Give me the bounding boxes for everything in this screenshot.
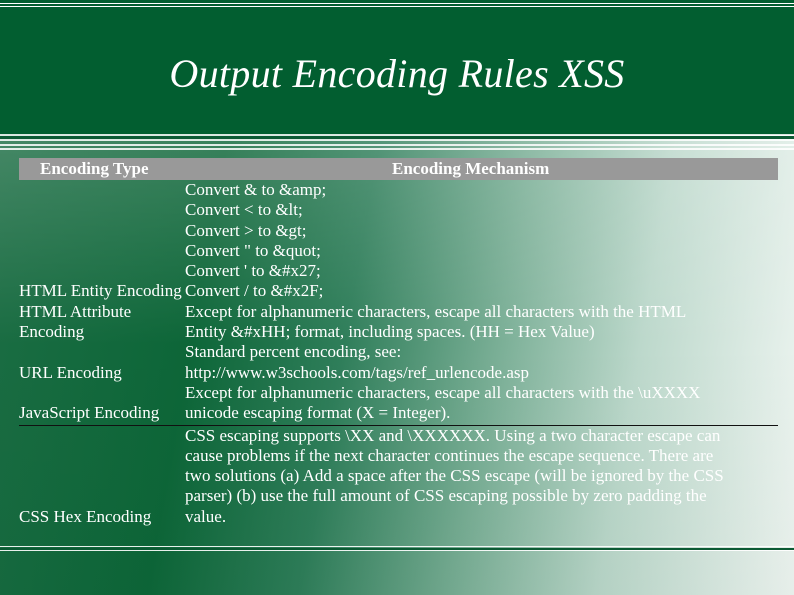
mechanism-line: Convert / to &#x2F; — [185, 281, 324, 301]
mechanism-line: Standard percent encoding, see: — [185, 342, 402, 362]
mechanism-line: Convert & to &amp; — [185, 180, 327, 199]
stripe — [0, 148, 794, 150]
stripe — [0, 139, 794, 141]
column-header-encoding-type: Encoding Type — [40, 159, 149, 178]
table-body: HTML Entity Encoding Convert & to &amp; Co… — [19, 180, 778, 527]
encoding-table: Encoding Type Encoding Mechanism HTML En… — [19, 158, 778, 527]
mechanism-line: Convert < to &lt; — [185, 200, 303, 220]
mechanism-line: Convert > to &gt; — [185, 220, 307, 240]
column-header-encoding-mechanism: Encoding Mechanism — [392, 159, 550, 178]
encoding-type-cell: URL Encoding — [19, 362, 122, 382]
mechanism-line: cause problems if the next character con… — [185, 445, 714, 465]
encoding-mechanism-cell: Convert & to &amp; Convert < to &lt; Conve… — [185, 180, 778, 302]
encoding-mechanism-cell: Except for alphanumeric characters, esca… — [185, 302, 778, 343]
mechanism-line: CSS escaping supports \XX and \XXXXXX. U… — [185, 425, 721, 445]
top-rule — [0, 6, 794, 7]
encoding-type-cell: HTML Entity Encoding — [19, 281, 182, 301]
table-row: CSS Hex Encoding CSS escaping supports \X… — [19, 426, 778, 527]
stripe — [0, 144, 794, 146]
bottom-rule — [0, 546, 794, 547]
mechanism-line: value. — [185, 506, 227, 526]
mechanism-line: Convert " to &quot; — [185, 240, 321, 260]
mechanism-line: parser) (b) use the full amount of CSS e… — [185, 486, 707, 506]
encoding-type-cell: HTML Attribute Encoding — [19, 301, 132, 342]
mechanism-line: two solutions (a) Add a space after the … — [185, 466, 724, 486]
mechanism-line: Except for alphanumeric characters, esca… — [185, 301, 687, 321]
mechanism-line: Entity &#xHH; format, including spaces. … — [185, 322, 595, 342]
mechanism-line: unicode escaping format (X = Integer). — [185, 403, 451, 423]
encoding-mechanism-cell: Except for alphanumeric characters, esca… — [185, 383, 778, 424]
table-row: HTML Entity Encoding Convert & to &amp; Co… — [19, 180, 778, 302]
encoding-mechanism-cell: Standard percent encoding, see: http://ww… — [185, 342, 778, 383]
table-row: HTML Attribute Encoding Except for alphan… — [19, 302, 778, 343]
mechanism-line: http://www.w3schools.com/tags/ref_urlenc… — [185, 362, 530, 382]
encoding-mechanism-cell: CSS escaping supports \XX and \XXXXXX. U… — [185, 426, 778, 527]
top-rule — [0, 3, 794, 4]
bottom-rule — [0, 550, 794, 551]
table-header-row: Encoding Type Encoding Mechanism — [19, 158, 778, 180]
table-row: URL Encoding Standard percent encoding, s… — [19, 342, 778, 383]
slide-title: Output Encoding Rules XSS — [169, 51, 625, 96]
title-banner: Output Encoding Rules XSS — [0, 0, 794, 135]
encoding-type-cell: CSS Hex Encoding — [19, 506, 152, 526]
table-row: JavaScript Encoding Except for alphanumer… — [19, 383, 778, 424]
encoding-type-cell: JavaScript Encoding — [19, 403, 160, 423]
mechanism-line: Convert ' to &#x27; — [185, 261, 321, 281]
mechanism-line: Except for alphanumeric characters, esca… — [185, 382, 701, 402]
